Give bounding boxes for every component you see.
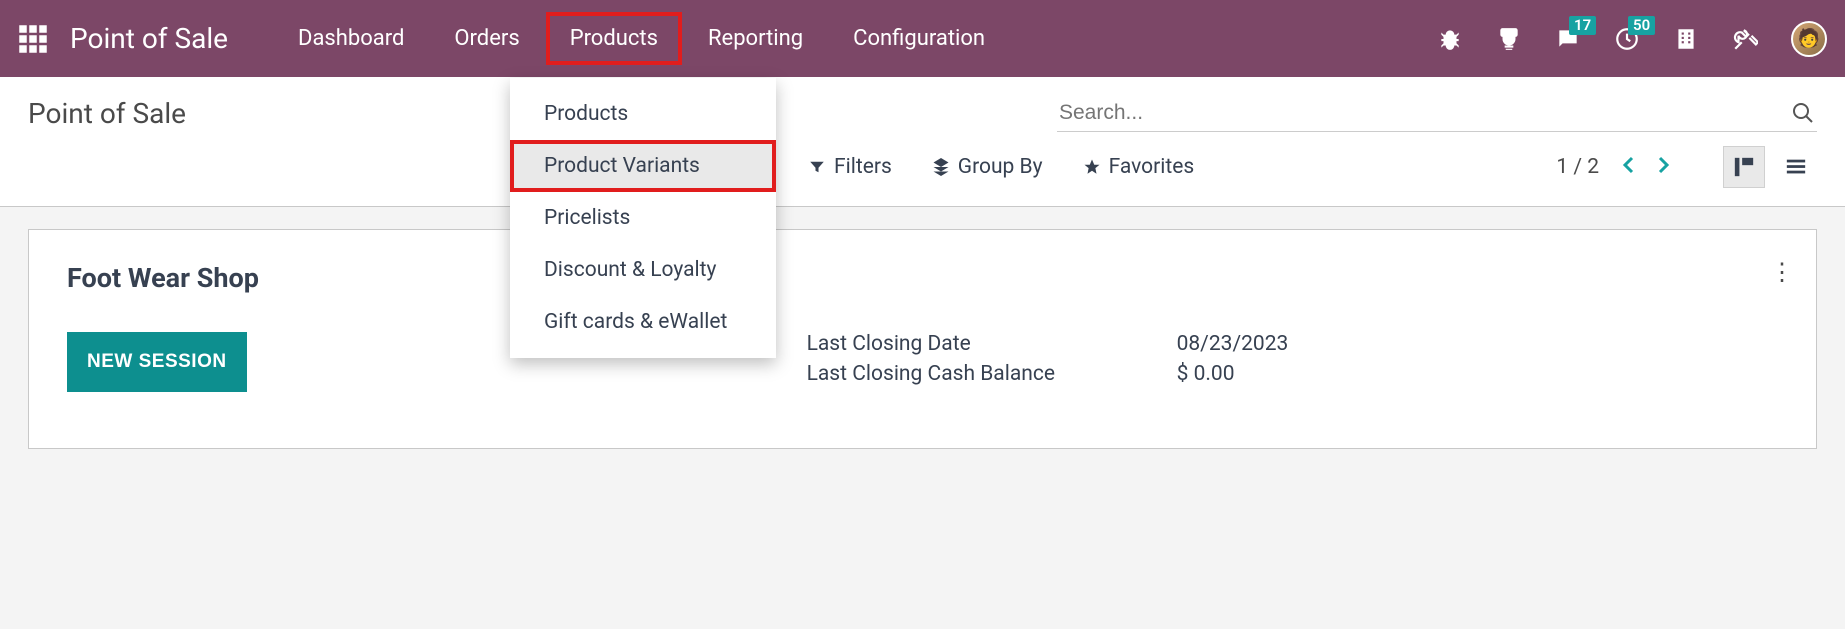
dropdown-products[interactable]: Products <box>510 88 776 140</box>
search-input[interactable] <box>1059 101 1791 125</box>
filters-button[interactable]: Filters <box>808 155 892 179</box>
closing-date-label: Last Closing Date <box>807 332 1177 356</box>
clock-badge: 50 <box>1628 16 1655 35</box>
list-view-icon[interactable] <box>1775 146 1817 188</box>
dropdown-giftcards-ewallet[interactable]: Gift cards & eWallet <box>510 296 776 348</box>
pager-next[interactable] <box>1651 153 1675 181</box>
chat-icon[interactable]: 17 <box>1555 26 1581 52</box>
pager-text: 1 / 2 <box>1556 155 1599 179</box>
clock-icon[interactable]: 50 <box>1614 26 1640 52</box>
nav-dashboard[interactable]: Dashboard <box>274 12 428 65</box>
app-brand[interactable]: Point of Sale <box>70 22 228 55</box>
top-navbar: Point of Sale Dashboard Orders Products … <box>0 0 1845 77</box>
card-title: Foot Wear Shop <box>67 262 1778 294</box>
nav-reporting[interactable]: Reporting <box>684 12 827 65</box>
nav-configuration[interactable]: Configuration <box>829 12 1009 65</box>
dropdown-product-variants[interactable]: Product Variants <box>510 140 776 192</box>
new-session-button[interactable]: NEW SESSION <box>67 332 247 392</box>
chat-badge: 17 <box>1569 16 1596 35</box>
building-icon[interactable] <box>1673 26 1699 52</box>
search-wrap <box>1057 95 1817 132</box>
dropdown-pricelists[interactable]: Pricelists <box>510 192 776 244</box>
apps-icon[interactable] <box>18 24 48 54</box>
pager-prev[interactable] <box>1617 153 1641 181</box>
pager-area: 1 / 2 <box>1556 146 1817 188</box>
favorites-label: Favorites <box>1109 155 1195 179</box>
nav-products[interactable]: Products <box>546 12 682 65</box>
user-avatar[interactable]: 🧑 <box>1791 21 1827 57</box>
page-title: Point of Sale <box>28 97 186 130</box>
kanban-view-icon[interactable] <box>1723 146 1765 188</box>
main-area: ⋮ Foot Wear Shop NEW SESSION Last Closin… <box>0 207 1845 471</box>
nav-orders[interactable]: Orders <box>430 12 543 65</box>
filter-area: Filters Group By Favorites <box>808 155 1194 179</box>
search-icon[interactable] <box>1791 101 1815 125</box>
card-menu-icon[interactable]: ⋮ <box>1770 258 1794 286</box>
tools-icon[interactable] <box>1732 26 1758 52</box>
phone-icon[interactable] <box>1496 26 1522 52</box>
control-panel: Point of Sale Filters Group By Favorites <box>0 77 1845 207</box>
nav-items: Dashboard Orders Products Reporting Conf… <box>274 12 1009 65</box>
closing-balance-value: $ 0.00 <box>1177 362 1235 386</box>
groupby-label: Group By <box>958 155 1043 179</box>
groupby-button[interactable]: Group By <box>932 155 1043 179</box>
view-switcher <box>1723 146 1817 188</box>
products-dropdown: Products Product Variants Pricelists Dis… <box>510 78 776 358</box>
card-info: Last Closing Date 08/23/2023 Last Closin… <box>807 332 1289 392</box>
closing-balance-label: Last Closing Cash Balance <box>807 362 1177 386</box>
pos-card: ⋮ Foot Wear Shop NEW SESSION Last Closin… <box>28 229 1817 449</box>
filters-label: Filters <box>834 155 892 179</box>
closing-date-value: 08/23/2023 <box>1177 332 1289 356</box>
favorites-button[interactable]: Favorites <box>1083 155 1195 179</box>
bug-icon[interactable] <box>1437 26 1463 52</box>
nav-right: 17 50 🧑 <box>1437 21 1827 57</box>
dropdown-discount-loyalty[interactable]: Discount & Loyalty <box>510 244 776 296</box>
